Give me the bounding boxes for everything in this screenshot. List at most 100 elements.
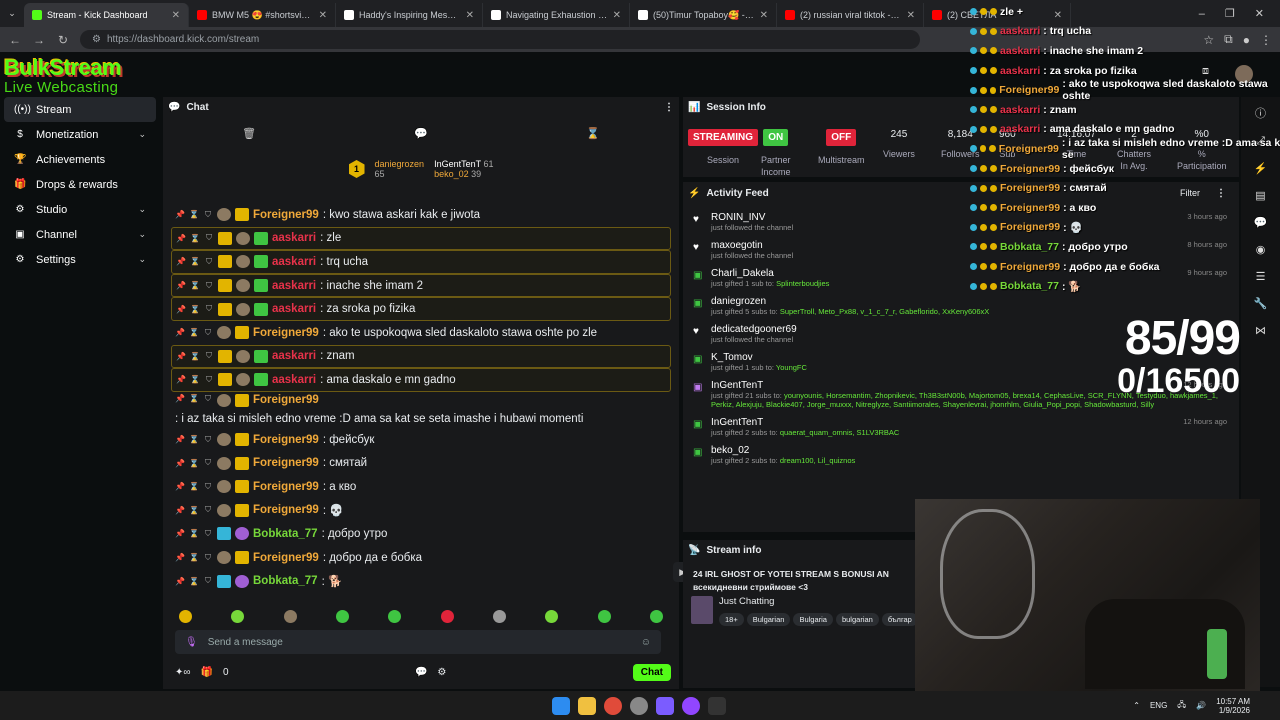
chat-username[interactable]: Foreigner99 [253, 481, 319, 493]
sidebar-item-achievements[interactable]: 🏆 Achievements [4, 147, 156, 172]
site-info-icon[interactable]: ⚙ [92, 34, 101, 45]
timeout-icon[interactable]: ⌛ [190, 234, 200, 243]
timeout-icon[interactable]: ⌛ [189, 210, 199, 219]
chat-menu-icon[interactable]: ⋮ [664, 102, 674, 113]
chat-message[interactable]: 📌 ⌛ ⛉ aaskarri: za sroka po fizika [171, 297, 671, 321]
chat-username[interactable]: Foreigner99 [253, 504, 319, 516]
timeout-icon[interactable]: ⌛ [189, 529, 199, 538]
explorer-icon[interactable] [578, 696, 596, 715]
chat-send-button[interactable]: Chat [632, 663, 671, 681]
chat-username[interactable]: Foreigner99 [253, 394, 319, 406]
chevron-down-icon[interactable]: ⌄ [138, 129, 146, 140]
chat-message[interactable]: 📌 ⌛ ⛉ Bobkata_77: 🐕 [171, 569, 671, 593]
emote-icon[interactable] [440, 609, 454, 623]
pin-action-icon[interactable]: 📌 [176, 352, 186, 361]
obs-icon[interactable] [630, 696, 648, 715]
pin-action-icon[interactable]: 📌 [175, 553, 185, 562]
shield-icon[interactable]: ⛉ [204, 281, 214, 291]
timeout-icon[interactable]: ⌛ [190, 305, 200, 314]
emote-icon[interactable] [649, 609, 663, 623]
pin-action-icon[interactable]: 📌 [175, 529, 185, 538]
chat-message[interactable]: 📌 ⌛ ⛉ Foreigner99: смятай [171, 451, 671, 475]
emote-icon[interactable] [335, 609, 349, 623]
chat-message[interactable]: 📌 ⌛ ⛉ aaskarri: ama daskalo e mn gadno [171, 368, 671, 392]
chat-message[interactable]: 📌 ⌛ ⛉ Foreigner99: kwo stawa askari kak e j… [171, 203, 671, 227]
chat-username[interactable]: Foreigner99 [253, 457, 319, 469]
share-icon[interactable]: ⋈ [1255, 324, 1266, 337]
shield-icon[interactable]: ⛉ [204, 304, 214, 314]
browser-tab[interactable]: BMW M5 😍 #shortsvideo ✕ [189, 3, 336, 27]
browser-tab[interactable]: Stream - Kick Dashboard ✕ [24, 3, 189, 27]
browser-tab[interactable]: Navigating Exhaustion in Mode ✕ [483, 3, 630, 27]
timeout-icon[interactable]: ⌛ [189, 553, 199, 562]
sidebar-item-drops-rewards[interactable]: 🎁 Drops & rewards [4, 172, 156, 197]
message-input[interactable]: 🎙 Send a message ☺ [175, 630, 661, 654]
chat-username[interactable]: Foreigner99 [253, 209, 319, 221]
pin-action-icon[interactable]: 📌 [175, 577, 185, 586]
sidebar-item-studio[interactable]: ⚙ Studio ⌄ [4, 197, 156, 222]
timeout-icon[interactable]: ⌛ [190, 375, 200, 384]
chat-message[interactable]: 📌 ⌛ ⛉ Foreigner99: ako te uspokoqwa sled da… [171, 321, 671, 345]
twitch-icon[interactable] [682, 696, 700, 715]
tab-close-icon[interactable]: ✕ [907, 10, 915, 21]
timeout-icon[interactable]: ⌛ [189, 328, 199, 337]
tab-close-icon[interactable]: ✕ [466, 10, 474, 21]
pin-action-icon[interactable]: 📌 [175, 482, 185, 491]
pin-action-icon[interactable]: 📌 [175, 459, 185, 468]
shield-icon[interactable]: ⛉ [204, 351, 214, 361]
chevron-down-icon[interactable]: ⌄ [138, 204, 146, 215]
emote-icon[interactable] [283, 609, 297, 623]
browser-tab[interactable]: Haddy's Inspiring Message Afte ✕ [336, 3, 483, 27]
timeout-icon[interactable]: ⌛ [189, 459, 199, 468]
clock-time[interactable]: 10:57 AM [1216, 697, 1250, 706]
chevron-down-icon[interactable]: ⌄ [138, 229, 146, 240]
pin-action-icon[interactable]: 📌 [176, 281, 186, 290]
forward-icon[interactable]: → [32, 33, 46, 47]
tab-menu-icon[interactable]: ⌄ [0, 8, 24, 19]
shield-icon[interactable]: ⛉ [203, 210, 213, 220]
tray-chevron-icon[interactable]: ⌃ [1133, 701, 1140, 710]
network-icon[interactable]: 🖧 [1177, 699, 1186, 713]
browser-tab[interactable]: (2) russian viral tiktok - YouTub ✕ [777, 3, 924, 27]
sidebar-item-monetization[interactable]: $ Monetization ⌄ [4, 122, 156, 147]
emote-icon[interactable] [492, 609, 506, 623]
stream-tag[interactable]: българ [881, 613, 918, 626]
chat-username[interactable]: aaskarri [272, 374, 316, 386]
activity-user[interactable]: daniegrozen [711, 296, 1229, 307]
chat-message[interactable]: 📌 ⌛ ⛉ Foreigner99: 💀 [171, 499, 671, 523]
discord-icon[interactable] [656, 696, 674, 715]
timeout-icon[interactable]: ⌛ [189, 506, 199, 515]
tab-close-icon[interactable]: ✕ [760, 10, 768, 21]
stream-tag[interactable]: bulgarian [835, 613, 879, 626]
emote-icon[interactable] [179, 609, 192, 623]
chat-message[interactable]: 📌 ⌛ ⛉ aaskarri: zle [171, 226, 671, 251]
chrome-icon[interactable] [604, 696, 622, 715]
chat-message[interactable]: 📌 ⌛ ⛉ Foreigner99: добро да е бобка [171, 546, 671, 570]
reload-icon[interactable]: ↻ [56, 33, 70, 47]
pin-action-icon[interactable]: 📌 [176, 234, 186, 243]
shield-icon[interactable]: ⛉ [203, 553, 213, 563]
pin-action-icon[interactable]: 📌 [176, 257, 186, 266]
language-indicator[interactable]: ENG [1150, 701, 1167, 710]
sidebar-item-settings[interactable]: ⚙ Settings ⌄ [4, 247, 156, 272]
timeout-icon[interactable]: ⌛ [189, 482, 199, 491]
tab-close-icon[interactable]: ✕ [613, 10, 621, 21]
chat-username[interactable]: Bobkata_77 [253, 575, 318, 587]
pin-action-icon[interactable]: 📌 [175, 435, 185, 444]
terminal-icon[interactable] [708, 696, 726, 715]
timeout-icon[interactable]: ⌛ [190, 352, 200, 361]
shield-icon[interactable]: ⛉ [203, 482, 213, 492]
shield-icon[interactable]: ⛉ [203, 435, 213, 445]
chat-username[interactable]: aaskarri [272, 232, 316, 244]
stream-tag[interactable]: 18+ [719, 613, 744, 626]
pin-action-icon[interactable]: 📌 [175, 328, 185, 337]
stream-tag[interactable]: Bulgarian [746, 613, 791, 626]
pin-action-icon[interactable]: 📌 [175, 394, 185, 403]
shield-icon[interactable]: ⛉ [204, 233, 214, 243]
pin-action-icon[interactable]: 📌 [176, 305, 186, 314]
back-icon[interactable]: ← [8, 33, 22, 47]
chat-message[interactable]: 📌 ⌛ ⛉ aaskarri: znam [171, 344, 671, 369]
shield-icon[interactable]: ⛉ [203, 529, 213, 539]
chat-username[interactable]: Bobkata_77 [253, 528, 318, 540]
shield-icon[interactable]: ⛉ [203, 576, 213, 586]
